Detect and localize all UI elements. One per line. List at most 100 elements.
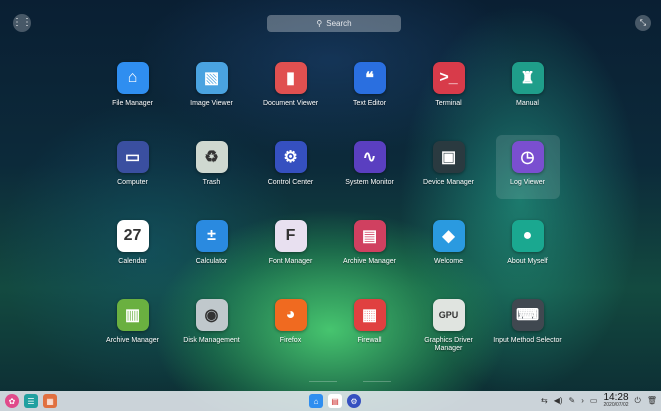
pen-icon[interactable]: ✎ xyxy=(569,396,576,405)
app-cell: ▧ Image Viewer xyxy=(172,56,251,135)
image-icon: ▧ xyxy=(195,62,228,94)
app-cell: ▣ Device Manager xyxy=(409,135,488,214)
app-cell: ± Calculator xyxy=(172,214,251,293)
clock-date: 2020/07/02 xyxy=(603,402,629,408)
app-label: Image Viewer xyxy=(190,100,233,107)
app-launcher-item[interactable]: ◆ Welcome xyxy=(417,214,481,278)
page-dot[interactable] xyxy=(309,381,337,382)
trash-tray-icon[interactable]: 🗑 xyxy=(647,396,657,405)
app-launcher-item[interactable]: ▮ Document Viewer xyxy=(259,56,323,120)
app-cell: ⚙ Control Center xyxy=(251,135,330,214)
app-cell: ♻ Trash xyxy=(172,135,251,214)
launcher-icon[interactable]: ✿ xyxy=(5,394,19,408)
network-icon[interactable]: ⇆ xyxy=(541,396,548,405)
firefox-icon: ◕ xyxy=(274,299,307,331)
app-cell: F Font Manager xyxy=(251,214,330,293)
dock: ✿ ☰ ▦ ⌂ ▤ ⚙ ⇆ ◀) ✎ › ▭ 14:28 2020/07/02 … xyxy=(0,391,661,411)
app-launcher-item[interactable]: ± Calculator xyxy=(180,214,244,278)
volume-icon[interactable]: ◀) xyxy=(554,396,563,405)
multitask-view-icon[interactable]: ☰ xyxy=(24,394,38,408)
app-launcher-item[interactable]: ▣ Device Manager xyxy=(417,135,481,199)
app-label: Graphics Driver Manager xyxy=(424,337,473,353)
app-launcher-item[interactable]: ⌂ File Manager xyxy=(101,56,165,120)
menu-grid-button[interactable]: ⋮⋮ xyxy=(12,14,32,32)
app-label: Document Viewer xyxy=(262,100,319,107)
app-cell: ▦ Firewall xyxy=(330,293,409,372)
grid-icon: ⋮⋮ xyxy=(12,17,32,28)
app-launcher-item[interactable]: 27 Calendar xyxy=(101,214,165,278)
power-icon[interactable]: ⏻ xyxy=(635,396,641,406)
app-cell: ◷ Log Viewer xyxy=(488,135,567,214)
app-label: Input Method Selector xyxy=(493,337,562,344)
app-launcher-item[interactable]: ∿ System Monitor xyxy=(338,135,402,199)
app-label: Font Manager xyxy=(268,258,313,265)
control-center-icon: ⚙ xyxy=(274,141,307,173)
trash-icon: ♻ xyxy=(195,141,228,173)
app-cell: ❝ Text Editor xyxy=(330,56,409,135)
app-launcher-item[interactable]: ◉ Disk Management xyxy=(180,293,244,357)
app-launcher-item[interactable]: ▦ Firewall xyxy=(338,293,402,357)
app-label: Disk Management xyxy=(183,337,240,344)
app-label: Device Manager xyxy=(423,179,474,186)
system-monitor-icon: ∿ xyxy=(353,141,386,173)
computer-icon: ▭ xyxy=(116,141,149,173)
folder-icon: ⌂ xyxy=(116,62,149,94)
calculator-icon: ± xyxy=(195,220,228,252)
dock-apps: ⌂ ▤ ⚙ xyxy=(309,394,361,408)
app-launcher-item[interactable]: ⌨ Input Method Selector xyxy=(493,293,562,357)
app-label: System Monitor xyxy=(345,179,394,186)
calendar-dock-icon[interactable]: ▤ xyxy=(328,394,342,408)
app-label: About Myself xyxy=(507,258,548,265)
clock[interactable]: 14:28 2020/07/02 xyxy=(603,393,628,408)
app-cell: ⌨ Input Method Selector xyxy=(488,293,567,372)
app-launcher-item[interactable]: GPU Graphics Driver Manager xyxy=(417,293,481,357)
gpu-icon: GPU xyxy=(432,299,465,331)
app-label: Archive Manager xyxy=(343,258,396,265)
disk-management-icon: ◉ xyxy=(195,299,228,331)
app-launcher-item[interactable]: ▤ Archive Manager xyxy=(338,214,402,278)
app-launcher-item[interactable]: >_ Terminal xyxy=(417,56,481,120)
system-tray: ⇆ ◀) ✎ › ▭ 14:28 2020/07/02 ⏻ 🗑 xyxy=(541,393,657,408)
workspace-icon[interactable]: ▦ xyxy=(43,394,57,408)
search-input[interactable]: ⚲ Search xyxy=(267,15,401,32)
log-viewer-icon: ◷ xyxy=(511,141,544,173)
app-launcher-item[interactable]: F Font Manager xyxy=(259,214,323,278)
app-launcher-item[interactable]: ▭ Computer xyxy=(101,135,165,199)
app-label: Firewall xyxy=(357,337,382,344)
app-cell: ♜ Manual xyxy=(488,56,567,135)
app-label: Trash xyxy=(202,179,221,186)
archive-manager-icon: ▤ xyxy=(353,220,386,252)
font-manager-icon: F xyxy=(274,220,307,252)
app-label: Control Center xyxy=(267,179,314,186)
app-label: Log Viewer xyxy=(510,179,545,186)
app-cell: ◆ Welcome xyxy=(409,214,488,293)
page-dot[interactable] xyxy=(363,381,391,382)
manual-icon: ♜ xyxy=(511,62,544,94)
app-label: Welcome xyxy=(433,258,464,265)
control-center-dock-icon[interactable]: ⚙ xyxy=(347,394,361,408)
app-launcher-item[interactable]: ⚙ Control Center xyxy=(259,135,323,199)
app-launcher-item[interactable]: ♻ Trash xyxy=(180,135,244,199)
app-label: Terminal xyxy=(435,100,462,107)
app-launcher-item[interactable]: ● About Myself xyxy=(496,214,560,278)
app-launcher-item[interactable]: ❝ Text Editor xyxy=(338,56,402,120)
expand-tray-icon[interactable]: › xyxy=(581,396,584,405)
file-manager-dock-icon[interactable]: ⌂ xyxy=(309,394,323,408)
archive-manager-green-icon: ▥ xyxy=(116,299,149,331)
keyboard-layout-icon[interactable]: ▭ xyxy=(590,396,598,405)
app-label: Calendar xyxy=(118,258,147,265)
app-launcher-item[interactable]: ◷ Log Viewer xyxy=(495,135,560,199)
app-cell: ▭ Computer xyxy=(93,135,172,214)
app-label: Archive Manager xyxy=(106,337,159,344)
app-cell: ∿ System Monitor xyxy=(330,135,409,214)
app-label: File Manager xyxy=(112,100,153,107)
app-cell: 27 Calendar xyxy=(93,214,172,293)
app-label: Computer xyxy=(117,179,148,186)
text-editor-icon: ❝ xyxy=(353,62,386,94)
app-launcher-item[interactable]: ▥ Archive Manager xyxy=(101,293,165,357)
fullscreen-toggle-icon[interactable]: ⤡ xyxy=(635,15,651,31)
page-indicator xyxy=(200,381,500,382)
app-launcher-item[interactable]: ◕ Firefox xyxy=(259,293,323,357)
app-launcher-item[interactable]: ♜ Manual xyxy=(496,56,560,120)
app-launcher-item[interactable]: ▧ Image Viewer xyxy=(180,56,244,120)
